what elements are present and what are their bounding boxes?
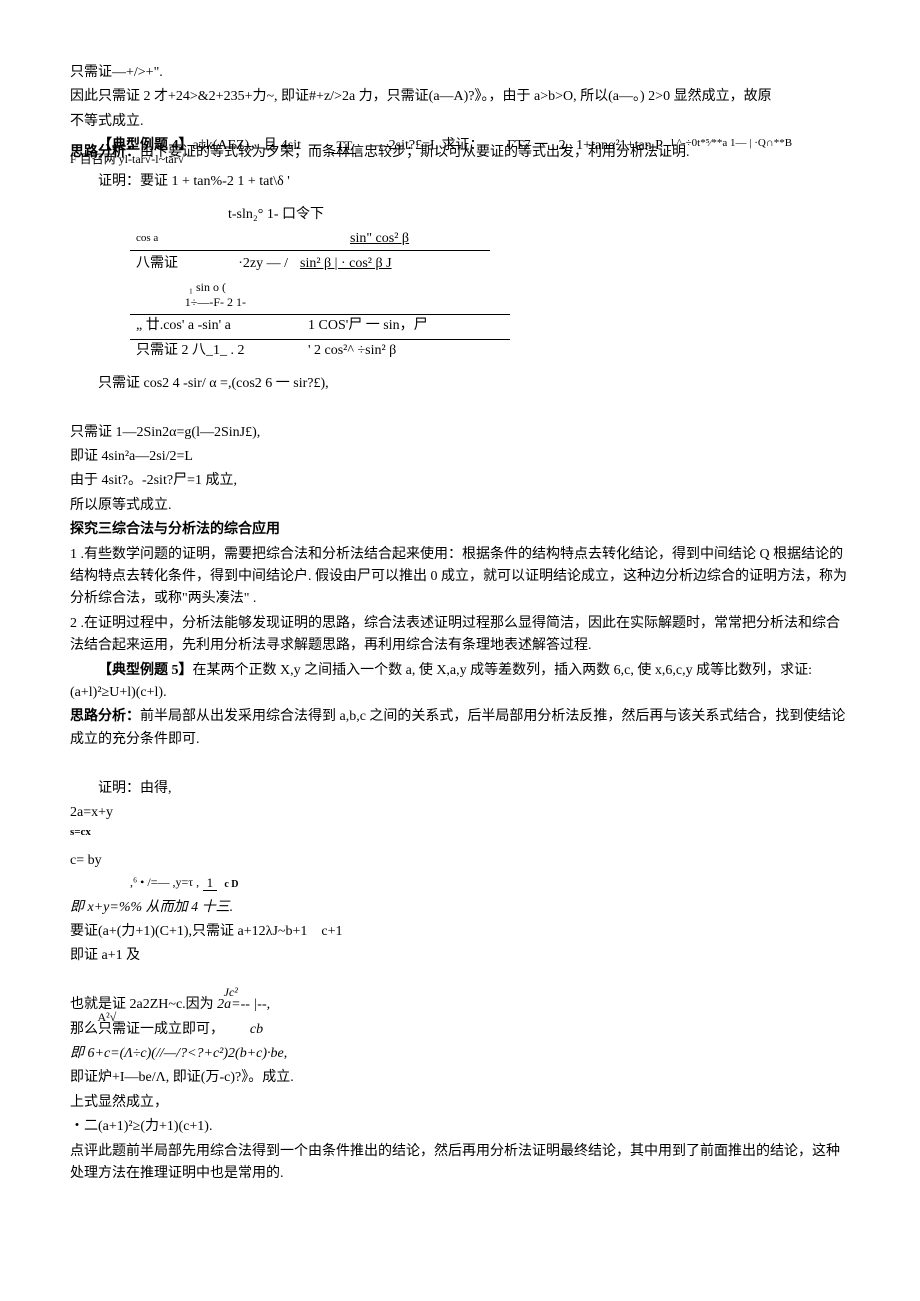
math-text: ' 2 cos²^ ÷sin² β	[302, 340, 402, 362]
math-block: t-sln₂° 1- 口令下 cos a sin" cos² β 八需证 ·2z…	[130, 204, 850, 363]
text: 上式显然成立，	[70, 1092, 850, 1114]
text: ・二(a+1)²≥(力+1)(c+1).	[70, 1116, 850, 1138]
math-text: „ 廿.cos' a -sin' a	[130, 315, 302, 337]
math-text: ·2zy — /	[202, 253, 294, 275]
math-text: 只需证 2 八_1_ . 2	[130, 340, 302, 362]
text: 1 .有些数学问题的证明，需要把综合法和分析法结合起来使用：根据条件的结构特点去…	[70, 544, 850, 611]
text: 只需证—+/>+".	[70, 62, 850, 84]
math-text: 1 COS'尸 一 sin，尸	[302, 315, 434, 337]
text: 那么只需证一成立即可， A²√ cb	[70, 1019, 850, 1041]
text: 那么只需证一成立即可，	[70, 1022, 224, 1037]
text: ΓT7 一 . 2 . 1+tanα²1+tan P	[507, 138, 663, 153]
math-text: 八需证	[130, 253, 202, 275]
text: 由于 4sit?。-2sit?尸=1 成立,	[70, 470, 850, 492]
text: 只需证 cos2 4 -sir/ α =,(cos2 6 一 sir?£),	[70, 373, 850, 395]
text: c D	[220, 879, 242, 890]
math-text: t-sln₂° 1- 口令下	[222, 204, 330, 226]
text: 证明：要证 1 + tan%-2 1 + tat\δ '	[70, 171, 850, 193]
example-5-label: 【典型例题 5】	[98, 663, 193, 678]
fraction: 1 c D	[203, 873, 243, 894]
sys-eq: c= by	[70, 850, 850, 872]
text: Jc²	[224, 985, 238, 999]
text: 1	[203, 875, 218, 891]
math-text: cos a	[130, 230, 182, 248]
text: l.^-÷0t*⁵⁄**a 1— | ·Q∩**B	[643, 135, 792, 153]
text: 2 .在证明过程中，分析法能够发现证明的思路，综合法表述证明过程那么显得简洁，因…	[70, 613, 850, 658]
text: 即 6+c=(Λ÷c)(//—/?<?+c²)2(b+c)·be,	[70, 1043, 850, 1065]
math-text: sin" cos² β	[344, 228, 415, 250]
sys-eq: 2a=x+y	[70, 802, 850, 824]
section-heading: 探究三综合法与分析法的综合应用	[70, 519, 850, 541]
text: 即证 4sin²a—2si/2=L	[70, 446, 850, 468]
text: 2a=-- |--,	[214, 997, 270, 1012]
text: 即证 a+1 及	[70, 945, 850, 967]
text: 证明：由得,	[98, 781, 172, 796]
math-text: sin² β | · cos² β J	[294, 253, 398, 275]
text: 因此只需证 2 才+24>&2+235+力~, 即证#+z/>2a 力，只需证(…	[70, 86, 850, 108]
text: ,⁶ • /=— ,y=τ ,	[130, 875, 199, 889]
text: 点评此题前半局部先用综合法得到一个由条件推出的结论，然后再用分析法证明最终结论，…	[70, 1141, 850, 1186]
text: 也就是证 2a2ZH~c.因为 2a=-- |--, Jc²	[70, 994, 850, 1016]
text: 即 x+y=%% 从而加 4 十三.	[70, 897, 850, 919]
text: 所以原等式成立.	[70, 495, 850, 517]
text: A²√	[98, 1010, 117, 1024]
analysis-label: 思路分析：	[70, 709, 140, 724]
proof-line: 证明：由得,	[70, 778, 850, 800]
math-text: 1÷—-F- 2 1-	[130, 293, 252, 312]
analysis-line: 思路分析：前半局部从出发采用综合法得到 a,b,c 之间的关系式，后半局部用分析…	[70, 706, 850, 751]
text: 只需证 1—2Sin2α=g(l—2SinJ£),	[70, 422, 850, 444]
text: 也就是证 2a2ZH~c.因为	[70, 997, 214, 1012]
text: cb	[250, 1022, 263, 1037]
text: 要证(a+(力+1)(C+1),只需证 a+12λJ~b+1 c+1	[70, 921, 850, 943]
sys-eq: s=cx	[70, 824, 850, 842]
text: 即证炉+I—be/Λ, 即证(万-c)?》。成立.	[70, 1067, 850, 1089]
text: 不等式成立.	[70, 111, 850, 133]
example-5-heading: 【典型例题 5】在某两个正数 X,y 之间插入一个数 a, 使 X,a,y 成等…	[70, 660, 850, 705]
text: 前半局部从出发采用综合法得到 a,b,c 之间的关系式，后半局部用分析法反推，然…	[70, 709, 845, 746]
